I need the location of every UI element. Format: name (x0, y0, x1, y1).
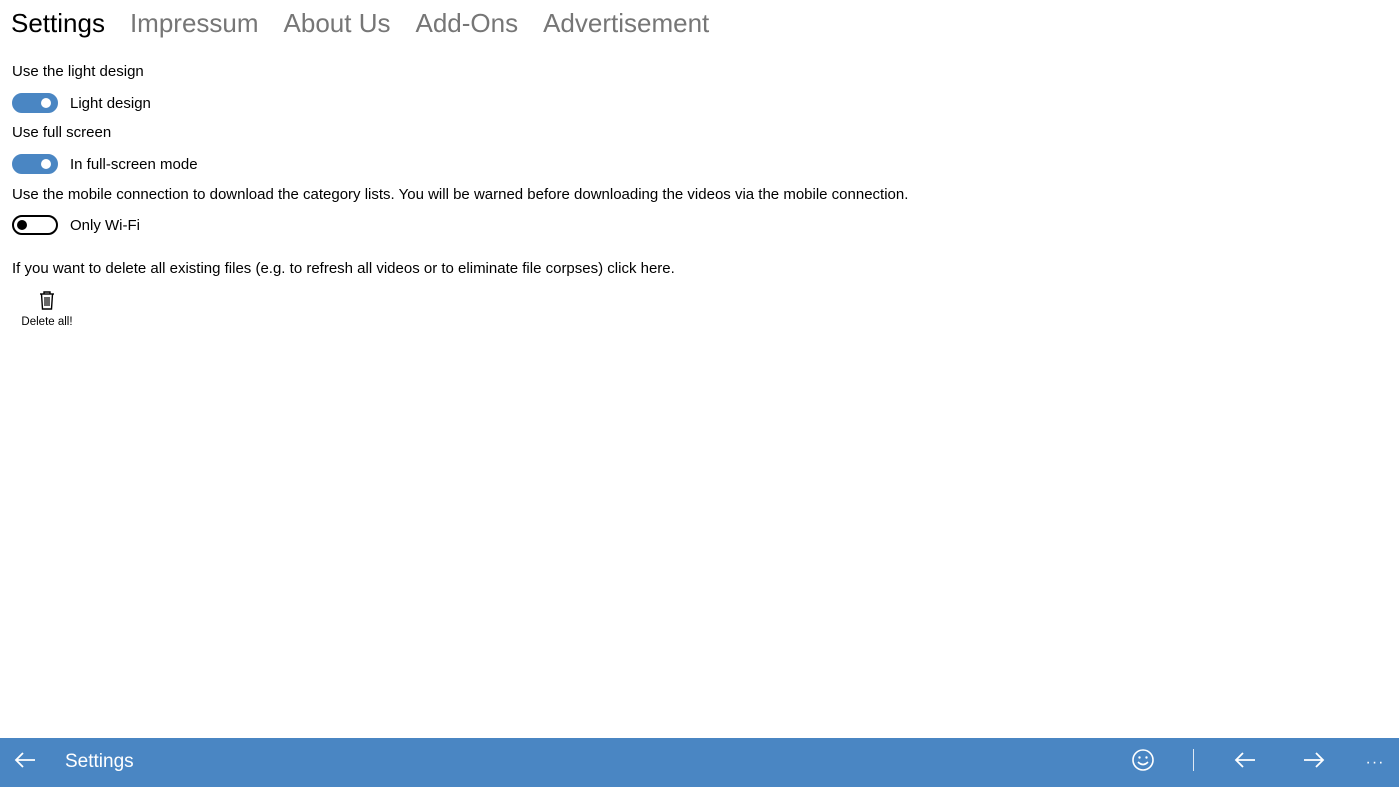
light-design-row: Light design (12, 93, 151, 113)
only-wifi-toggle-label: Only Wi-Fi (70, 216, 140, 234)
light-design-toggle-label: Light design (70, 94, 151, 112)
previous-button[interactable] (1222, 738, 1268, 787)
settings-page: Settings Impressum About Us Add-Ons Adve… (0, 0, 1399, 787)
back-button[interactable] (0, 738, 50, 787)
tab-advertisement[interactable]: Advertisement (543, 8, 709, 39)
delete-all-label: Delete all! (21, 316, 73, 328)
full-screen-toggle-label: In full-screen mode (70, 155, 198, 173)
only-wifi-toggle[interactable] (12, 215, 58, 235)
smiley-icon (1131, 748, 1155, 777)
full-screen-row: In full-screen mode (12, 154, 198, 174)
toggle-knob (17, 220, 27, 230)
full-screen-toggle[interactable] (12, 154, 58, 174)
light-design-toggle[interactable] (12, 93, 58, 113)
pivot-header: Settings Impressum About Us Add-Ons Adve… (11, 8, 734, 39)
toggle-knob (41, 159, 51, 169)
feedback-button[interactable] (1120, 738, 1166, 787)
arrow-right-icon (1302, 751, 1326, 774)
mobile-connection-row: Only Wi-Fi (12, 215, 140, 235)
mobile-connection-description: Use the mobile connection to download th… (12, 186, 909, 203)
light-design-description: Use the light design (12, 63, 144, 80)
tab-settings[interactable]: Settings (11, 8, 105, 39)
tab-impressum[interactable]: Impressum (130, 8, 259, 39)
full-screen-description: Use full screen (12, 124, 112, 141)
back-arrow-icon (13, 751, 37, 774)
command-bar-title: Settings (65, 751, 134, 772)
tab-about-us[interactable]: About Us (284, 8, 391, 39)
more-ellipsis-icon: ··· (1365, 753, 1385, 771)
arrow-left-icon (1233, 751, 1257, 774)
tab-add-ons[interactable]: Add-Ons (415, 8, 518, 39)
delete-all-button[interactable]: Delete all! (14, 290, 80, 338)
next-button[interactable] (1291, 738, 1337, 787)
toggle-knob (41, 98, 51, 108)
command-bar-separator (1193, 749, 1194, 771)
delete-description: If you want to delete all existing files… (12, 260, 675, 277)
trash-icon (38, 290, 56, 310)
command-bar: Settings ··· (0, 738, 1399, 787)
more-button[interactable]: ··· (1355, 738, 1395, 787)
